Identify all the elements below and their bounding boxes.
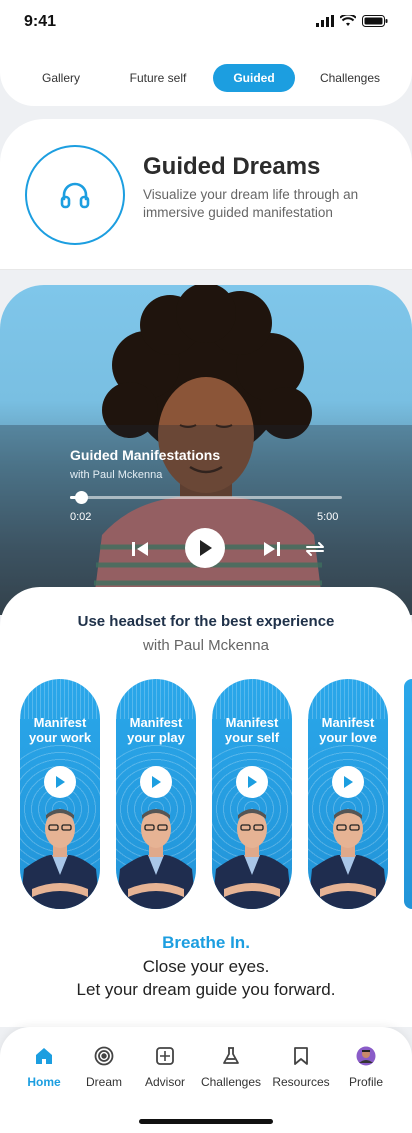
track-card-peek[interactable]	[404, 679, 412, 909]
track-label: Manifest your love	[319, 715, 377, 745]
narrator-photo	[212, 809, 292, 909]
headphones-icon	[25, 145, 125, 245]
progress-bar[interactable]	[70, 491, 342, 504]
nav-label: Resources	[272, 1075, 330, 1089]
status-icons	[316, 15, 388, 27]
target-icon	[69, 1045, 139, 1067]
status-time: 9:41	[24, 13, 57, 30]
battery-icon	[362, 15, 388, 27]
breathe-line-1: Close your eyes.	[142, 957, 270, 976]
track-card[interactable]: Manifest your play	[116, 679, 196, 909]
tab-future-self[interactable]: Future self	[118, 64, 198, 92]
headset-hint: Use headset for the best experience	[77, 613, 335, 630]
nav-advisor[interactable]: Advisor	[130, 1045, 200, 1089]
nav-label: Profile	[348, 1075, 383, 1089]
track-play-button[interactable]	[140, 766, 172, 798]
breathe-line-2: Let your dream guide you forward.	[76, 980, 336, 999]
sparkle-icon	[130, 1045, 200, 1067]
play-icon	[200, 540, 212, 556]
play-icon	[344, 776, 353, 788]
next-icon[interactable]	[262, 539, 282, 559]
player-title: Guided Manifestations	[70, 447, 221, 463]
narrator-photo	[308, 809, 388, 909]
bottom-nav: Home Dream Advisor Challenges Resources …	[0, 1027, 412, 1133]
guided-header: Guided Dreams Visualize your dream life …	[0, 119, 412, 270]
headset-hint-sub: with Paul Mckenna	[143, 637, 269, 654]
tracks-sheet: Use headset for the best experience with…	[0, 587, 412, 1027]
nav-dream[interactable]: Dream	[69, 1045, 139, 1089]
avatar-icon	[331, 1045, 401, 1067]
signal-icon	[316, 15, 334, 27]
nav-label: Dream	[85, 1075, 122, 1089]
track-play-button[interactable]	[44, 766, 76, 798]
audio-player: Guided Manifestations with Paul Mckenna …	[0, 285, 412, 615]
track-play-button[interactable]	[332, 766, 364, 798]
total-time: 5:00	[317, 511, 339, 523]
track-card[interactable]: Manifest your love	[308, 679, 388, 909]
bookmark-icon	[266, 1045, 336, 1067]
track-label: Manifest your self	[224, 715, 280, 745]
nav-resources[interactable]: Resources	[266, 1045, 336, 1089]
track-card[interactable]: Manifest your work	[20, 679, 100, 909]
status-bar: 9:41	[0, 0, 412, 44]
track-play-button[interactable]	[236, 766, 268, 798]
narrator-photo	[116, 809, 196, 909]
narrator-photo	[20, 809, 100, 909]
flask-icon	[196, 1045, 266, 1067]
nav-label: Challenges	[200, 1075, 262, 1089]
current-time: 0:02	[70, 511, 92, 523]
play-icon	[152, 776, 161, 788]
page-subtitle: Visualize your dream life through an imm…	[143, 187, 359, 220]
progress-handle[interactable]	[74, 491, 88, 504]
nav-label: Advisor	[144, 1075, 185, 1089]
tab-challenges[interactable]: Challenges	[310, 64, 390, 92]
tab-gallery[interactable]: Gallery	[28, 64, 94, 92]
track-label: Manifest your work	[28, 715, 92, 745]
wifi-icon	[340, 15, 356, 26]
track-card[interactable]: Manifest your self	[212, 679, 292, 909]
play-icon	[56, 776, 65, 788]
nav-profile[interactable]: Profile	[331, 1045, 401, 1089]
tab-guided[interactable]: Guided	[213, 64, 295, 92]
previous-icon[interactable]	[130, 539, 150, 559]
track-label: Manifest your play	[127, 715, 185, 745]
play-icon	[248, 776, 257, 788]
breathe-title: Breathe In.	[162, 933, 250, 952]
repeat-icon[interactable]	[303, 538, 327, 560]
play-button[interactable]	[185, 528, 225, 568]
player-subtitle: with Paul Mckenna	[70, 469, 163, 481]
category-tabs: Gallery Future self Guided Challenges	[0, 40, 412, 106]
nav-challenges[interactable]: Challenges	[196, 1045, 266, 1089]
home-indicator[interactable]	[139, 1119, 273, 1124]
page-title: Guided Dreams	[143, 153, 321, 180]
